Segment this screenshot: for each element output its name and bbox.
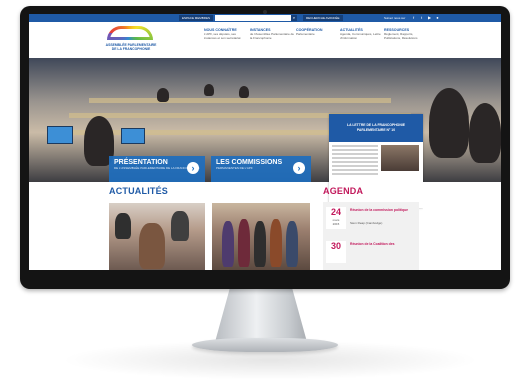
hero-person	[157, 88, 169, 102]
agenda-date: 30	[326, 241, 346, 263]
newsletter-title-line-2: PARLEMENTAIRE N° 10	[356, 128, 396, 132]
agenda-list: 24 mars 2015 Réunion de la commission po…	[323, 202, 419, 270]
hero-monitor	[121, 128, 145, 144]
hero-person	[204, 84, 214, 96]
utility-bar: ESPACE MEMBRES ⌕ RECHERCHE AVANCÉE Suive…	[29, 14, 501, 22]
search-input[interactable]	[215, 15, 291, 21]
stage: ESPACE MEMBRES ⌕ RECHERCHE AVANCÉE Suive…	[0, 0, 531, 391]
flickr-icon[interactable]: ●	[435, 15, 440, 20]
agenda-item[interactable]: 24 mars 2015 Réunion de la commission po…	[323, 204, 419, 234]
news-person	[238, 219, 250, 267]
twitter-icon[interactable]: t	[419, 15, 424, 20]
actualites-heading: ACTUALITÉS	[109, 186, 168, 196]
member-area-button[interactable]: ESPACE MEMBRES	[179, 15, 213, 21]
nav-desc: de l'Assemblée Parlementaire de la Franc…	[250, 32, 294, 40]
youtube-icon[interactable]: ▶	[427, 15, 432, 20]
hero-person	[469, 103, 501, 163]
logo-arc-icon[interactable]	[107, 26, 153, 40]
site-logo[interactable]: ASSEMBLÉE PARLEMENTAIRE DE LA FRANCOPHON…	[95, 43, 167, 51]
hero-person	[239, 86, 249, 98]
agenda-day: 30	[330, 241, 341, 251]
agenda-location: Siem Reap (Cambodge)	[350, 221, 383, 225]
agenda-heading: AGENDA	[323, 186, 364, 196]
nav-item-instances[interactable]: INSTANCES de l'Assemblée Parlementaire d…	[250, 28, 294, 40]
nav-desc: L'APF, ses députés, ses instances et son…	[204, 32, 241, 40]
nav-item-cooperation[interactable]: COOPÉRATION Parlementaire	[296, 28, 340, 37]
news-photo-1[interactable]	[109, 203, 205, 270]
newsletter-photo	[381, 145, 419, 171]
hero-monitor	[47, 126, 73, 144]
agenda-item[interactable]: 30 Réunion de la Coalition des	[323, 238, 419, 268]
website-screen: ESPACE MEMBRES ⌕ RECHERCHE AVANCÉE Suive…	[29, 14, 501, 270]
nav-item-nous-connaitre[interactable]: NOUS CONNAÎTRE L'APF, ses députés, ses i…	[204, 28, 248, 40]
news-person	[254, 221, 266, 267]
nav-item-actualites[interactable]: ACTUALITÉS Agenda, Communiqués, Lettre d…	[340, 28, 384, 40]
news-person	[270, 219, 282, 267]
commissions-promo[interactable]: LES COMMISSIONS PERMANENTES DE L'APF ›	[211, 156, 311, 182]
right-column	[423, 182, 501, 270]
text-line	[332, 145, 378, 147]
agenda-day: 24	[330, 207, 341, 217]
news-person	[139, 223, 165, 269]
text-line	[332, 165, 378, 167]
newsletter-header: LA LETTRE DE LA FRANCOPHONIE PARLEMENTAI…	[329, 114, 423, 142]
logo-line-2: DE LA FRANCOPHONIE	[111, 47, 151, 51]
arrow-right-icon[interactable]: ›	[293, 162, 305, 174]
advanced-search-button[interactable]: RECHERCHE AVANCÉE	[303, 15, 343, 21]
text-line	[332, 173, 378, 175]
monitor-stand	[215, 282, 307, 342]
text-line	[332, 157, 378, 159]
desk-row	[89, 98, 391, 103]
hero-person	[429, 88, 469, 158]
news-person	[222, 221, 234, 267]
nav-desc: Parlementaire	[296, 32, 315, 36]
agenda-title: Réunion de la commission politique	[350, 208, 409, 212]
arrow-right-icon[interactable]: ›	[187, 162, 199, 174]
text-line	[332, 161, 378, 163]
agenda-date: 24 mars 2015	[326, 207, 346, 229]
newsletter-text-block	[332, 145, 378, 177]
facebook-icon[interactable]: f	[411, 15, 416, 20]
text-line	[332, 149, 378, 151]
hero-banner: PRÉSENTATION DE L'ASSEMBLÉE PARLEMENTAIR…	[29, 58, 501, 182]
search-icon[interactable]: ⌕	[291, 15, 297, 21]
nav-desc: Agenda, Communiqués, Lettre d'informatio…	[340, 32, 381, 40]
monitor-base	[192, 338, 338, 352]
nav-desc: Règlement, Rapports, Publications, Résol…	[384, 32, 418, 40]
presentation-promo[interactable]: PRÉSENTATION DE L'ASSEMBLÉE PARLEMENTAIR…	[109, 156, 205, 182]
agenda-year: 2015	[332, 222, 340, 226]
follow-label: Suivez nous sur	[384, 16, 406, 20]
text-line	[332, 169, 378, 171]
nav-item-ressources[interactable]: RESSOURCES Règlement, Rapports, Publicat…	[384, 28, 428, 40]
news-person	[115, 213, 131, 239]
news-person	[171, 211, 189, 241]
site-header: ASSEMBLÉE PARLEMENTAIRE DE LA FRANCOPHON…	[29, 22, 501, 58]
text-line	[332, 153, 378, 155]
news-photo-2[interactable]	[212, 203, 310, 270]
news-person	[286, 221, 298, 267]
agenda-title: Réunion de la Coalition des	[350, 242, 395, 246]
